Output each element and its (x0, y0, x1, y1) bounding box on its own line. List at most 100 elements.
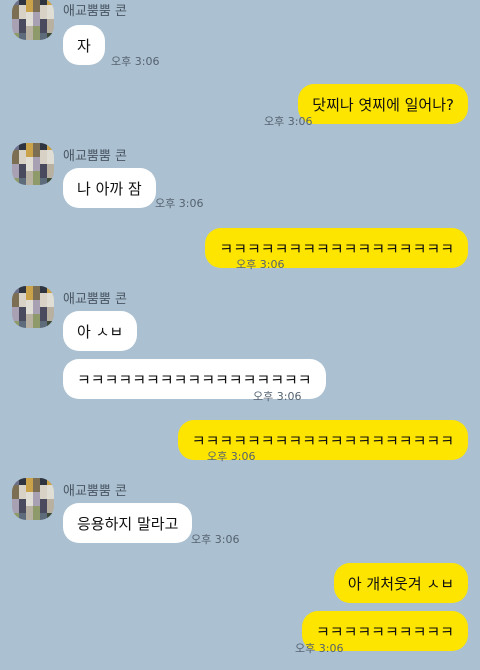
avatar-pixel (47, 307, 54, 314)
avatar-pixel (26, 478, 33, 485)
avatar-pixel (40, 499, 47, 506)
avatar-pixel (33, 499, 40, 506)
avatar-pixel (33, 286, 40, 293)
avatar-pixel (47, 12, 54, 19)
avatar-pixel (33, 171, 40, 178)
avatar-pixel (12, 321, 19, 328)
avatar-pixel (33, 178, 40, 185)
avatar-pixel (40, 150, 47, 157)
avatar-pixel (33, 513, 40, 520)
avatar-pixel (40, 314, 47, 321)
avatar-pixel (40, 157, 47, 164)
avatar-pixel (47, 513, 54, 520)
message-timestamp: 오후 3:06 (295, 642, 344, 655)
avatar-pixel (26, 26, 33, 33)
avatar-pixel (47, 178, 54, 185)
avatar-pixel (47, 314, 54, 321)
avatar-pixel (40, 492, 47, 499)
avatar-pixel (26, 12, 33, 19)
avatar-pixel (40, 485, 47, 492)
avatar-pixel (12, 300, 19, 307)
avatar-pixel (47, 150, 54, 157)
message-bubble-sent[interactable]: 닷찌나 엿찌에 일어나? (298, 84, 468, 124)
avatar-pixel (19, 293, 26, 300)
avatar-pixel (12, 286, 19, 293)
avatar-pixel (40, 5, 47, 12)
avatar-pixel (33, 33, 40, 40)
avatar-pixel (19, 499, 26, 506)
avatar-pixel (19, 321, 26, 328)
avatar-pixel (12, 164, 19, 171)
sender-name: 애교뿜뿜 콘 (63, 4, 127, 19)
avatar-pixel (12, 12, 19, 19)
avatar-pixel (47, 171, 54, 178)
avatar-pixel (26, 499, 33, 506)
avatar-pixel (40, 321, 47, 328)
avatar-pixel (12, 293, 19, 300)
message-bubble-received[interactable]: 나 아까 잠 (63, 168, 156, 208)
avatar-pixel (12, 157, 19, 164)
avatar-pixel (12, 513, 19, 520)
avatar-pixel (33, 321, 40, 328)
avatar-pixel (26, 150, 33, 157)
avatar-pixel (33, 478, 40, 485)
message-timestamp: 오후 3:06 (253, 390, 302, 403)
message-bubble-received[interactable]: 자 (63, 25, 105, 65)
sender-name: 애교뿜뿜 콘 (63, 292, 127, 307)
avatar-pixel (40, 513, 47, 520)
avatar-pixel (26, 178, 33, 185)
avatar-pixel (47, 293, 54, 300)
avatar-pixel (19, 171, 26, 178)
avatar-pixel (40, 286, 47, 293)
avatar-pixel (19, 506, 26, 513)
avatar-pixel (26, 307, 33, 314)
avatar-pixel (26, 492, 33, 499)
avatar-pixel (40, 300, 47, 307)
avatar-pixel (47, 164, 54, 171)
avatar-pixel (19, 300, 26, 307)
avatar-pixel (33, 143, 40, 150)
message-timestamp: 오후 3:06 (236, 258, 285, 271)
message-bubble-received[interactable]: 응용하지 말라고 (63, 503, 193, 543)
avatar-pixel (40, 293, 47, 300)
avatar-pixel (33, 314, 40, 321)
avatar-pixel (47, 321, 54, 328)
avatar-pixel (47, 499, 54, 506)
avatar-pixel (12, 485, 19, 492)
avatar-pixel (26, 143, 33, 150)
message-timestamp: 오후 3:06 (207, 450, 256, 463)
avatar-pixel (26, 506, 33, 513)
sender-avatar[interactable] (12, 286, 54, 328)
avatar-pixel (47, 492, 54, 499)
message-bubble-received[interactable]: 아 ㅅㅂ (63, 311, 138, 351)
avatar-pixel (19, 157, 26, 164)
message-timestamp: 오후 3:06 (111, 55, 160, 68)
avatar-pixel (40, 143, 47, 150)
avatar-pixel (47, 485, 54, 492)
avatar-pixel (47, 478, 54, 485)
avatar-pixel (33, 157, 40, 164)
avatar-pixel (26, 293, 33, 300)
avatar-pixel (47, 26, 54, 33)
sender-avatar[interactable] (12, 478, 54, 520)
avatar-pixel (33, 300, 40, 307)
avatar-pixel (33, 5, 40, 12)
avatar-pixel (12, 314, 19, 321)
avatar-pixel (26, 5, 33, 12)
sender-avatar[interactable] (12, 143, 54, 185)
avatar-pixel (40, 178, 47, 185)
avatar-pixel (40, 33, 47, 40)
message-bubble-sent[interactable]: 아 개처웃겨 ㅅㅂ (333, 563, 468, 603)
avatar-pixel (40, 164, 47, 171)
avatar-pixel (12, 307, 19, 314)
avatar-pixel (26, 485, 33, 492)
avatar-pixel (33, 506, 40, 513)
avatar-pixel (47, 300, 54, 307)
avatar-pixel (33, 307, 40, 314)
avatar-pixel (19, 26, 26, 33)
avatar-pixel (19, 12, 26, 19)
avatar-pixel (12, 26, 19, 33)
avatar-pixel (47, 5, 54, 12)
avatar-pixel (33, 485, 40, 492)
sender-avatar[interactable] (12, 0, 54, 40)
